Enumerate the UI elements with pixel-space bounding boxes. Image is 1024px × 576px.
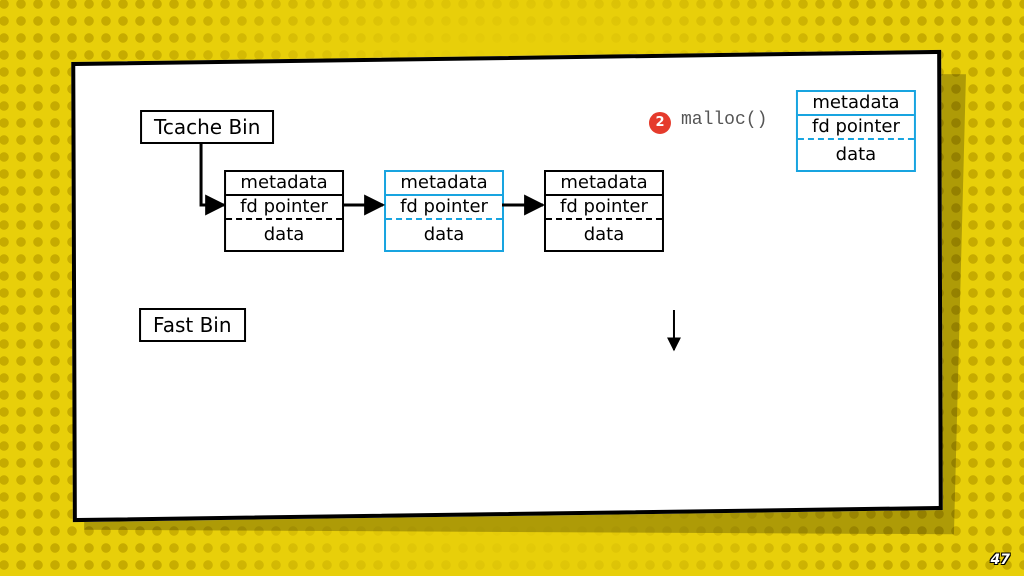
- chunk-metadata: metadata: [798, 92, 914, 116]
- chunk-data: data: [546, 220, 662, 250]
- chunk-metadata: metadata: [226, 172, 342, 196]
- chunk-fd: fd pointer: [226, 196, 342, 220]
- arrow-tcache-to-chunk0: [201, 142, 224, 205]
- tcache-chunk-2: metadata fd pointer data: [544, 170, 664, 252]
- tcache-chunk-1: metadata fd pointer data: [384, 170, 504, 252]
- tcache-bin-label: Tcache Bin: [140, 110, 274, 144]
- chunk-data: data: [798, 140, 914, 170]
- chunk-data: data: [226, 220, 342, 250]
- chunk-fd: fd pointer: [386, 196, 502, 220]
- step-badge: 2: [649, 112, 671, 134]
- panel-content: Tcache Bin Fast Bin 2 malloc() metadata …: [76, 60, 938, 512]
- page-number: 47: [991, 552, 1010, 568]
- chunk-fd: fd pointer: [546, 196, 662, 220]
- allocated-chunk: metadata fd pointer data: [796, 90, 916, 172]
- slide-stage: Tcache Bin Fast Bin 2 malloc() metadata …: [0, 0, 1024, 576]
- malloc-call-text: malloc(): [681, 110, 767, 130]
- chunk-metadata: metadata: [386, 172, 502, 196]
- chunk-metadata: metadata: [546, 172, 662, 196]
- fast-bin-label: Fast Bin: [139, 308, 245, 342]
- chunk-fd: fd pointer: [798, 116, 914, 140]
- chunk-data: data: [386, 220, 502, 250]
- tcache-chunk-0: metadata fd pointer data: [224, 170, 344, 252]
- comic-panel: Tcache Bin Fast Bin 2 malloc() metadata …: [71, 50, 943, 522]
